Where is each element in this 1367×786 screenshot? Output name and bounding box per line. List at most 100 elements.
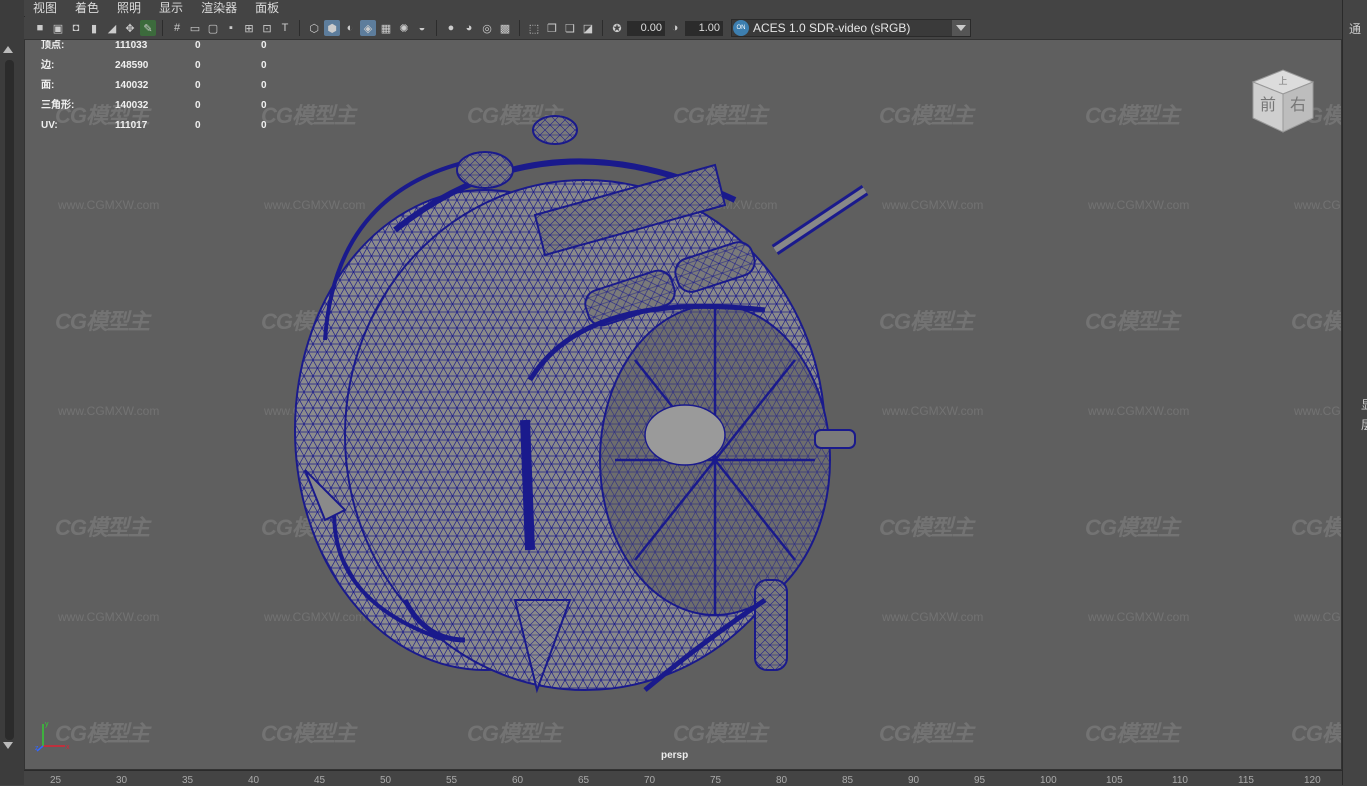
timeline-tick-label: 100 (1040, 775, 1057, 786)
camera-name-label: persp (661, 750, 689, 761)
right-panel-tab-char[interactable]: 层 (1361, 416, 1367, 433)
gate-mask-icon[interactable]: ▪ (223, 20, 239, 36)
hud-label: UV: (41, 120, 58, 131)
axis-y-label: y (45, 721, 49, 728)
hud-value: 0 (195, 80, 201, 91)
view-transform-dropdown[interactable]: ON ACES 1.0 SDR-video (sRGB) (731, 19, 971, 37)
scroll-up-arrow-icon[interactable] (3, 46, 13, 53)
timeline-tick-label: 40 (248, 775, 260, 786)
resolution-gate-icon[interactable]: ▢ (205, 20, 221, 36)
timeline-tick-label: 110 (1172, 775, 1188, 786)
grease-pencil-icon[interactable]: ✎ (140, 20, 156, 36)
menu-shading[interactable]: 着色 (66, 0, 108, 16)
3d-viewport[interactable]: CG模型主 www.CGMXW.com CG模型主 www.CGMXW.com CG模型… (24, 39, 1342, 770)
viewcube-right-label[interactable]: 右 (1290, 96, 1306, 114)
hud-row-edges: 边: 248590 0 0 (41, 60, 291, 80)
hud-value: 0 (261, 100, 267, 111)
poly-count-hud: 顶点: 111033 0 0 边: 248590 0 0 面: 140032 0… (41, 40, 291, 140)
depth-of-field-icon[interactable]: ▩ (497, 20, 513, 36)
anti-aliasing-icon[interactable]: ◎ (479, 20, 495, 36)
axis-gizmo-icon: x y z (35, 721, 70, 752)
toolbar-separator (602, 20, 603, 36)
exposure-field[interactable]: 0.00 (627, 20, 665, 36)
hud-value: 0 (195, 40, 201, 51)
hud-value: 0 (195, 120, 201, 131)
timeline-tick-label: 35 (182, 775, 194, 786)
viewcube-front-label[interactable]: 前 (1260, 96, 1276, 114)
2d-pan-zoom-icon[interactable]: ✥ (122, 20, 138, 36)
field-chart-icon[interactable]: ⊞ (241, 20, 257, 36)
toolbar-separator (162, 20, 163, 36)
bookmark-flag-icon[interactable]: ▮ (86, 20, 102, 36)
camera-select-icon[interactable]: ■ (32, 20, 48, 36)
timeline-tick-label: 115 (1238, 775, 1254, 786)
bookmark-icon[interactable]: ◘ (68, 20, 84, 36)
right-panel-strip: 通 显 层 (1342, 0, 1367, 785)
motion-blur-icon[interactable]: ◕ (461, 20, 477, 36)
hud-value: 0 (261, 120, 267, 131)
shadows-icon[interactable]: ◒ (414, 20, 430, 36)
chevron-down-icon[interactable] (952, 20, 970, 36)
toolbar-separator (436, 20, 437, 36)
gamma-field[interactable]: 1.00 (685, 20, 723, 36)
smooth-shade-icon[interactable]: ⬢ (324, 20, 340, 36)
xray-joints-icon[interactable]: ❏ (562, 20, 578, 36)
image-plane-icon[interactable]: ◢ (104, 20, 120, 36)
hud-label: 边: (41, 60, 55, 71)
menu-show[interactable]: 显示 (150, 0, 192, 16)
xray-icon[interactable]: ❐ (544, 20, 560, 36)
timeline-tick-label: 25 (50, 775, 62, 786)
time-slider-ruler[interactable]: 25 30 35 40 45 50 55 60 65 70 75 80 85 90 95 100 105 110 1… (24, 770, 1342, 786)
textured-icon[interactable]: ▦ (378, 20, 394, 36)
timeline-tick-label: 70 (644, 775, 656, 786)
menu-lighting[interactable]: 照明 (108, 0, 150, 16)
menu-panels[interactable]: 面板 (246, 0, 288, 16)
timeline-tick-label: 30 (116, 775, 128, 786)
hud-value: 0 (261, 80, 267, 91)
default-material-icon[interactable]: ◐ (342, 20, 358, 36)
timeline-tick-label: 80 (776, 775, 788, 786)
safe-title-icon[interactable]: T (277, 20, 293, 36)
left-shelf-strip (0, 0, 25, 785)
hud-row-triangles: 三角形: 140032 0 0 (41, 100, 291, 120)
ambient-occlusion-icon[interactable]: ● (443, 20, 459, 36)
left-scrollbar[interactable] (5, 60, 14, 740)
right-panel-tab-char[interactable]: 显 (1361, 396, 1367, 413)
axis-x-label: x (66, 744, 70, 751)
xray-components-icon[interactable]: ◪ (580, 20, 596, 36)
timeline-tick-label: 120 (1304, 775, 1321, 786)
wireframe-on-shaded-icon[interactable]: ◈ (360, 20, 376, 36)
scroll-down-arrow-icon[interactable] (3, 742, 13, 749)
menu-renderer[interactable]: 渲染器 (192, 0, 246, 16)
timeline-tick-label: 75 (710, 775, 722, 786)
timeline-tick-label: 55 (446, 775, 458, 786)
hud-value: 0 (261, 60, 267, 71)
safe-action-icon[interactable]: ⊡ (259, 20, 275, 36)
timeline-tick-label: 45 (314, 775, 326, 786)
timeline-tick-label: 60 (512, 775, 524, 786)
wireframe-icon[interactable]: ⬡ (306, 20, 322, 36)
timeline-tick-label: 85 (842, 775, 854, 786)
hud-value: 111017 (115, 120, 148, 131)
film-gate-icon[interactable]: ▭ (187, 20, 203, 36)
viewcube-icon[interactable]: 上 前 右 (1247, 64, 1319, 136)
color-management-toggle-icon[interactable]: ON (733, 20, 749, 36)
timeline-tick-label: 105 (1106, 775, 1123, 786)
camera-attributes-icon[interactable]: ▣ (50, 20, 66, 36)
wireframe-model[interactable] (25, 40, 1342, 770)
right-panel-tab-char[interactable]: 通 (1349, 20, 1361, 37)
use-all-lights-icon[interactable]: ✺ (396, 20, 412, 36)
hud-row-uvs: UV: 111017 0 0 (41, 120, 291, 140)
grid-icon[interactable]: # (169, 20, 185, 36)
hud-row-vertices: 顶点: 111033 0 0 (41, 40, 291, 60)
hud-value: 0 (195, 60, 201, 71)
viewcube-top-label[interactable]: 上 (1278, 76, 1287, 86)
gamma-icon[interactable]: ◑ (667, 20, 683, 36)
isolate-select-icon[interactable]: ⬚ (526, 20, 542, 36)
panel-menu-bar: 视图 着色 照明 显示 渲染器 面板 (24, 0, 1342, 16)
toolbar-separator (519, 20, 520, 36)
timeline-tick-label: 95 (974, 775, 986, 786)
menu-view[interactable]: 视图 (24, 0, 66, 16)
hud-label: 顶点: (41, 40, 65, 51)
exposure-icon[interactable]: ✪ (609, 20, 625, 36)
